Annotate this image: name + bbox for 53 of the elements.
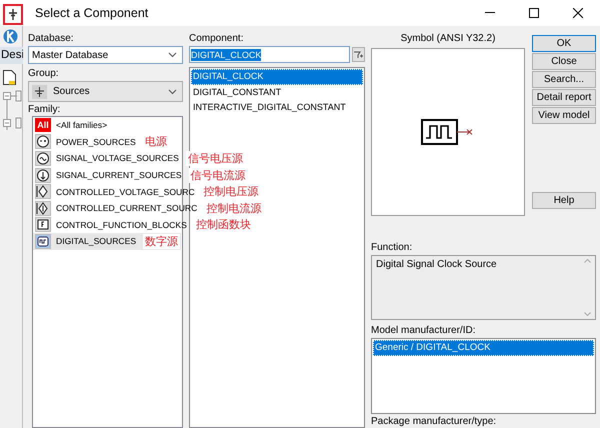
annotation-text: 控制电流源 bbox=[204, 200, 264, 216]
diamond-source-icon bbox=[35, 200, 51, 216]
annotation-text: 控制电压源 bbox=[202, 184, 261, 200]
field-label: Component: bbox=[189, 33, 244, 45]
filter-button[interactable] bbox=[352, 47, 365, 62]
source-icon bbox=[32, 84, 47, 98]
field-label: Model manufacturer/ID: bbox=[371, 325, 476, 338]
field-label: Family: bbox=[28, 104, 62, 116]
component-item[interactable]: DIGITAL_CONSTANT bbox=[191, 84, 363, 100]
database-dropdown[interactable]: Master Database bbox=[28, 46, 183, 64]
field-label: Group: bbox=[28, 68, 60, 80]
diamond-source-icon bbox=[35, 184, 51, 200]
annotation-text: 数字源 bbox=[143, 234, 180, 249]
chevron-down-icon bbox=[168, 88, 177, 94]
dialog-button[interactable]: View model bbox=[532, 107, 596, 124]
family-item[interactable]: CONTROLLED_VOLTAGE_SOURC bbox=[55, 184, 196, 199]
clock-symbol-drawing bbox=[421, 119, 475, 145]
app-icon bbox=[3, 4, 23, 25]
all-families-icon: All bbox=[35, 118, 51, 132]
dialog-button[interactable]: Detail report bbox=[532, 89, 596, 106]
family-item[interactable]: POWER_SOURCES bbox=[55, 134, 137, 149]
help-button[interactable]: Help bbox=[532, 192, 596, 209]
app-logo-icon[interactable] bbox=[3, 29, 18, 44]
dialog-button[interactable]: Search... bbox=[532, 71, 596, 88]
model-item[interactable]: Generic / DIGITAL_CLOCK bbox=[373, 340, 594, 356]
window-title: Select a Component bbox=[35, 6, 150, 20]
annotation-text: 信号电流源 bbox=[188, 168, 248, 183]
annotation-text: 信号电压源 bbox=[186, 150, 245, 166]
annotation-text: 控制函数块 bbox=[194, 217, 253, 232]
dialog-button[interactable]: Close bbox=[532, 53, 596, 70]
field-label: Function: bbox=[371, 242, 414, 254]
annotation-text: 电源 bbox=[142, 134, 169, 150]
pulse-icon bbox=[35, 234, 51, 249]
component-field[interactable]: DIGITAL_CLOCK bbox=[189, 46, 350, 63]
filter-icon bbox=[354, 50, 363, 58]
component-item[interactable]: DIGITAL_CLOCK bbox=[191, 69, 363, 84]
group-dropdown[interactable]: Sources bbox=[28, 81, 183, 102]
field-label: Database: bbox=[28, 33, 75, 45]
family-item[interactable]: <All families> bbox=[55, 118, 108, 132]
current-source-icon bbox=[35, 168, 51, 183]
dialog-button[interactable]: OK bbox=[532, 35, 596, 52]
symbol-label: Symbol (ANSI Y32.2) bbox=[400, 33, 496, 45]
field-label: Package manufacturer/type: bbox=[371, 416, 498, 428]
family-item[interactable]: SIGNAL_CURRENT_SOURCES bbox=[55, 168, 183, 182]
family-item[interactable]: CONTROLLED_CURRENT_SOURC bbox=[55, 201, 198, 216]
function-block-icon bbox=[35, 217, 51, 232]
family-item[interactable]: SIGNAL_VOLTAGE_SOURCES bbox=[55, 151, 180, 166]
sine-source-icon bbox=[35, 150, 51, 166]
chevron-down-icon bbox=[168, 52, 177, 58]
power-source-icon bbox=[35, 134, 51, 150]
document-icon[interactable] bbox=[3, 70, 16, 85]
family-item[interactable]: CONTROL_FUNCTION_BLOCKS bbox=[55, 218, 188, 232]
component-item[interactable]: INTERACTIVE_DIGITAL_CONSTANT bbox=[191, 100, 363, 116]
